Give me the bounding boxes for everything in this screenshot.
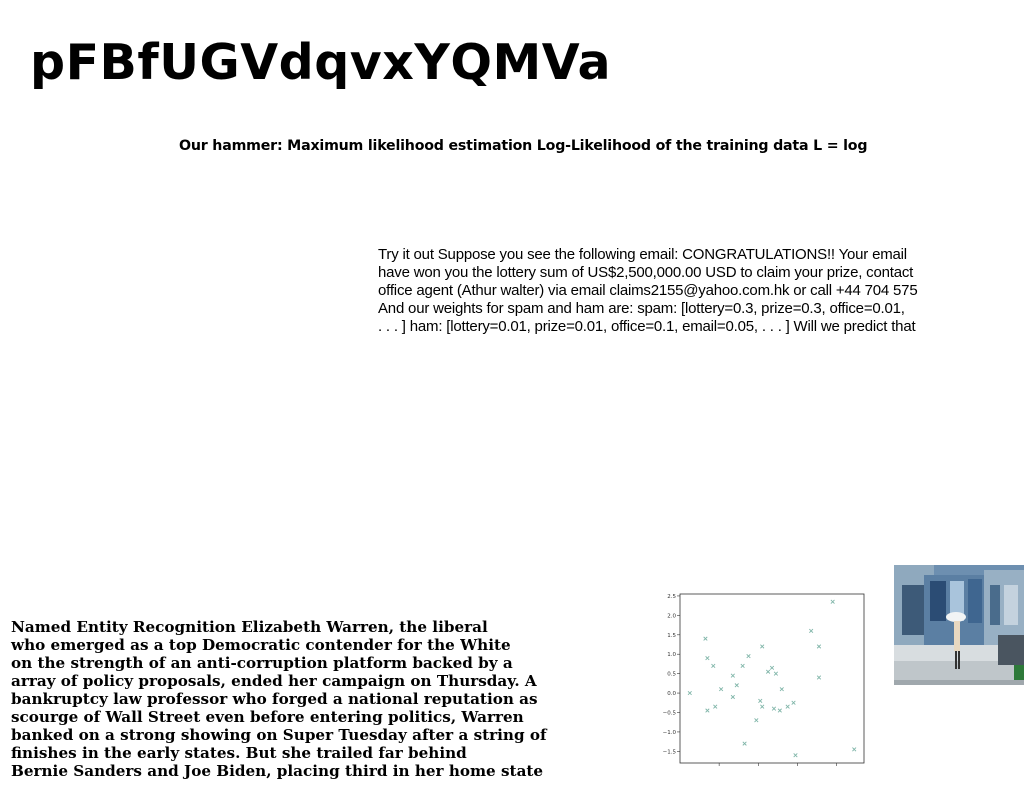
ner-line: finishes in the early states. But she tr… xyxy=(11,744,467,762)
y-tick-label: −0.5 xyxy=(663,710,677,716)
ner-line: array of policy proposals, ended her cam… xyxy=(11,672,537,690)
scatter-point xyxy=(705,655,710,661)
scatter-point xyxy=(769,665,775,670)
ner-line: banked on a strong showing on Super Tues… xyxy=(11,726,547,744)
scatter-point xyxy=(785,704,790,709)
scatter-point xyxy=(777,708,782,713)
email-line: office agent (Athur walter) via email cl… xyxy=(378,282,918,299)
scatter-point xyxy=(852,747,857,752)
scatter-point xyxy=(730,694,735,700)
scatter-point xyxy=(765,669,771,674)
scatter-point xyxy=(758,698,763,703)
ner-line: bankruptcy law professor who forged a na… xyxy=(11,690,538,708)
scatter-point xyxy=(760,704,765,709)
ner-line: Bernie Sanders and Joe Biden, placing th… xyxy=(11,762,544,780)
scatter-point xyxy=(754,718,759,723)
scatter-point xyxy=(773,671,779,676)
scatter-point xyxy=(742,741,747,746)
scatter-point xyxy=(740,663,745,668)
email-line: And our weights for spam and ham are: sp… xyxy=(378,300,905,317)
scatter-point xyxy=(771,706,777,711)
y-tick-label: 0.0 xyxy=(667,691,676,697)
ner-example-text: Named Entity Recognition Elizabeth Warre… xyxy=(11,618,591,780)
scatter-point xyxy=(730,673,735,678)
scatter-point xyxy=(713,704,718,709)
ner-line: on the strength of an anti-corruption pl… xyxy=(11,654,513,672)
scatter-point xyxy=(816,675,822,680)
scatter-point xyxy=(718,687,724,692)
scatter-point xyxy=(791,700,796,705)
y-tick-label: 2.0 xyxy=(667,613,676,619)
slide-subtitle: Our hammer: Maximum likelihood estimatio… xyxy=(179,138,868,154)
scatter-point xyxy=(734,683,739,688)
ner-line: Named Entity Recognition Elizabeth Warre… xyxy=(11,618,488,636)
scatter-point xyxy=(816,644,822,649)
scatter-point xyxy=(760,644,765,649)
scatter-point xyxy=(830,599,835,604)
y-tick-label: −1.0 xyxy=(663,730,677,736)
scatter-point xyxy=(703,636,708,641)
scatter-point xyxy=(705,708,710,713)
email-line: . . . ] ham: [lottery=0.01, prize=0.01, … xyxy=(378,318,916,335)
street-photo xyxy=(894,565,1024,685)
scatter-point xyxy=(779,687,784,692)
scatter-plot: −10122.52.01.51.00.50.0−0.5−1.0−1.5 xyxy=(663,593,865,766)
y-tick-label: 1.5 xyxy=(667,633,676,639)
plot-frame xyxy=(679,593,865,764)
scatter-point xyxy=(746,654,751,659)
y-tick-label: 2.5 xyxy=(667,594,676,600)
scatter-point xyxy=(809,628,814,634)
page-title: pFBfUGVdqvxYQMVa xyxy=(30,34,612,91)
scatter-point xyxy=(793,753,798,758)
email-line: Try it out Suppose you see the following… xyxy=(378,246,907,263)
email-example-text: Try it out Suppose you see the following… xyxy=(378,246,978,336)
y-tick-label: 1.0 xyxy=(667,652,676,658)
ner-line: who emerged as a top Democratic contende… xyxy=(11,636,511,654)
ner-line: scourge of Wall Street even before enter… xyxy=(11,708,524,726)
y-tick-label: −1.5 xyxy=(663,749,677,755)
scatter-point xyxy=(687,690,692,696)
y-tick-label: 0.5 xyxy=(667,672,676,678)
email-line: have won you the lottery sum of US$2,500… xyxy=(378,264,914,281)
scatter-point xyxy=(711,663,716,668)
